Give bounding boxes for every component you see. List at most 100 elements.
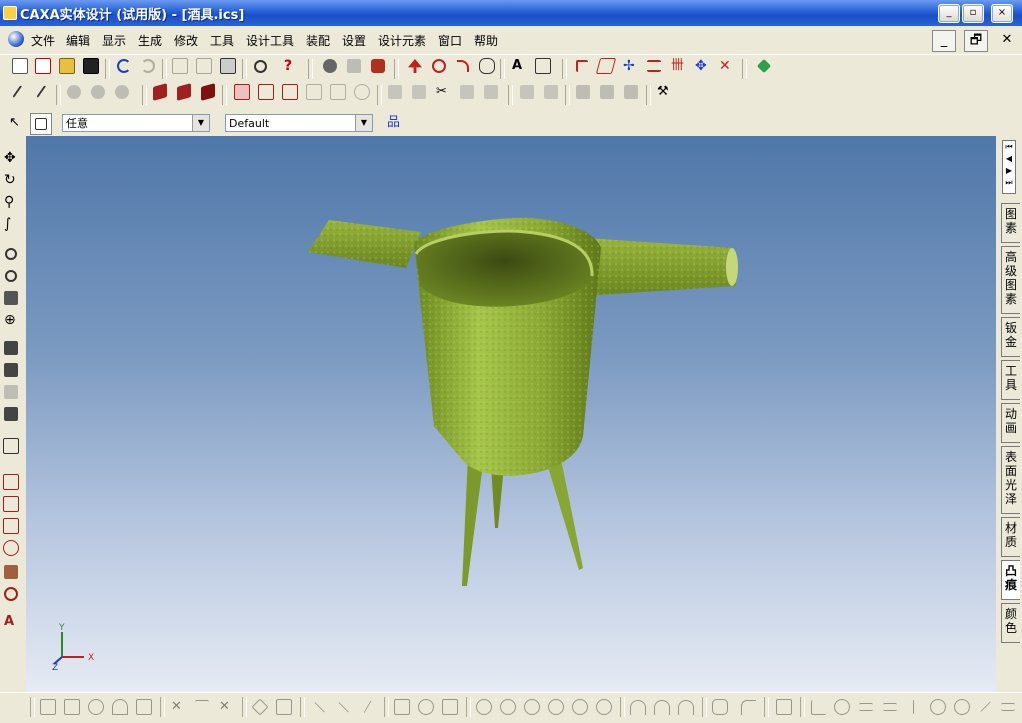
more-tool-icon[interactable] (998, 697, 1018, 717)
circle-tangent-tool-icon[interactable] (546, 697, 566, 717)
anim-icon[interactable] (573, 82, 593, 102)
pick-tool-icon[interactable] (8, 82, 28, 102)
menu-help[interactable]: 帮助 (474, 32, 498, 49)
concentric-tool-icon[interactable] (928, 697, 948, 717)
tab-material[interactable]: 材质 (1001, 517, 1020, 557)
text-icon[interactable]: A (509, 56, 529, 76)
menu-assembly[interactable]: 装配 (306, 32, 330, 49)
mirror-tool-icon[interactable] (250, 697, 270, 717)
tab-bump[interactable]: 凸痕 (1001, 560, 1020, 600)
mdi-close-button[interactable]: ✕ (996, 30, 1018, 50)
layer-6-icon[interactable] (352, 82, 372, 102)
arc-tool-icon[interactable] (110, 697, 130, 717)
move-icon[interactable]: ✥ (692, 56, 712, 76)
fillet-tool-icon[interactable] (738, 697, 758, 717)
view-3-icon[interactable] (457, 82, 477, 102)
mdi-restore-button[interactable]: 🗗 (964, 30, 988, 52)
view-4-icon[interactable] (481, 82, 501, 102)
render-icon[interactable] (368, 56, 388, 76)
tab-animation[interactable]: 动画 (1001, 403, 1020, 443)
surface-icon[interactable] (533, 56, 553, 76)
mirror-2-tool-icon[interactable] (274, 697, 294, 717)
fit-view-icon[interactable]: ⊕ (1, 310, 21, 330)
line-3-tool-icon[interactable] (358, 697, 378, 717)
anim-3-icon[interactable] (621, 82, 641, 102)
view-2-icon[interactable] (409, 82, 429, 102)
layer-3-icon[interactable] (280, 82, 300, 102)
polygon-tool-icon[interactable] (416, 697, 436, 717)
constraint-icon[interactable]: ⚒ (654, 82, 674, 102)
extrude-icon[interactable] (405, 56, 425, 76)
layer-4-icon[interactable] (304, 82, 324, 102)
trim-tool-icon[interactable]: ✕ (168, 697, 188, 717)
box-select-icon[interactable] (30, 113, 52, 135)
section-icon[interactable] (595, 56, 617, 76)
curve-arrow-icon[interactable] (572, 56, 592, 76)
parallel-tool-icon[interactable] (856, 697, 876, 717)
coincident-tool-icon[interactable] (952, 697, 972, 717)
minimize-button[interactable]: _ (938, 4, 960, 23)
line-2-tool-icon[interactable] (334, 697, 354, 717)
cross-icon[interactable]: ✕ (716, 56, 736, 76)
copy-icon[interactable] (170, 56, 190, 76)
arc-2-tool-icon[interactable] (652, 697, 672, 717)
layer-icon[interactable] (232, 82, 252, 102)
fill-icon[interactable] (64, 82, 84, 102)
style-dropdown[interactable]: Default ▼ (225, 114, 373, 132)
sweep-icon[interactable] (453, 56, 473, 76)
menu-generate[interactable]: 生成 (138, 32, 162, 49)
design-viewport[interactable]: Y X Z (26, 136, 996, 692)
shape-4-icon[interactable] (1, 538, 21, 558)
shape-5-icon[interactable] (1, 562, 21, 582)
camera-view-icon[interactable] (1, 338, 21, 358)
selection-filter-dropdown[interactable]: 任意 ▼ (62, 114, 210, 132)
tab-color[interactable]: 颜色 (1001, 603, 1020, 643)
eyedropper-icon[interactable] (32, 82, 52, 102)
view-icon[interactable] (385, 82, 405, 102)
tab-advanced-primitives[interactable]: 高级图素 (1001, 246, 1020, 314)
hierarchy-icon[interactable]: 品 (384, 113, 404, 133)
box-3-icon[interactable] (198, 82, 218, 102)
zoom-window-icon[interactable] (1, 266, 21, 286)
menu-modify[interactable]: 修改 (174, 32, 198, 49)
layer-2-icon[interactable] (256, 82, 276, 102)
stack-icon[interactable] (644, 56, 664, 76)
view-box-icon[interactable] (1, 288, 21, 308)
walk-icon[interactable]: ∫ (1, 214, 21, 234)
box-icon[interactable] (150, 82, 170, 102)
circle-4-tool-icon[interactable] (570, 697, 590, 717)
green-part-icon[interactable] (754, 56, 774, 76)
vertical-tool-icon[interactable] (904, 697, 924, 717)
menu-design-tools[interactable]: 设计工具 (246, 32, 294, 49)
help-pointer-icon[interactable]: ? (281, 56, 301, 76)
tab-tools[interactable]: 工具 (1001, 360, 1020, 400)
print-icon[interactable] (218, 56, 238, 76)
measure-2-icon[interactable] (541, 82, 561, 102)
circle-center-tool-icon[interactable] (474, 697, 494, 717)
offset-tool-icon[interactable]: ✕ (216, 697, 236, 717)
measure-icon[interactable] (517, 82, 537, 102)
close-button[interactable]: × (991, 4, 1013, 23)
bspline-tool-icon[interactable] (710, 697, 730, 717)
undo-icon[interactable] (114, 56, 134, 76)
fill-2-icon[interactable] (88, 82, 108, 102)
arc-3pt-tool-icon[interactable] (628, 697, 648, 717)
redo-icon[interactable] (138, 56, 158, 76)
tab-primitives[interactable]: 图素 (1001, 203, 1020, 243)
dolly-icon[interactable]: ⚲ (1, 192, 21, 212)
find-icon[interactable] (250, 56, 270, 76)
shape-3-icon[interactable] (1, 516, 21, 536)
shape-2-icon[interactable] (1, 494, 21, 514)
mdi-minimize-button[interactable]: _ (932, 30, 956, 52)
camera-2-icon[interactable] (1, 360, 21, 380)
rectangle-tool-icon[interactable] (440, 697, 460, 717)
line-tool-icon[interactable] (310, 697, 330, 717)
extend-tool-icon[interactable] (192, 697, 212, 717)
loft-icon[interactable] (477, 56, 497, 76)
rect-tool-icon[interactable] (38, 697, 58, 717)
tangent-tool-icon[interactable] (832, 697, 852, 717)
spline-tool-icon[interactable] (134, 697, 154, 717)
polyline-tool-icon[interactable] (392, 697, 412, 717)
document-icon[interactable] (8, 31, 24, 47)
menu-view[interactable]: 显示 (102, 32, 126, 49)
